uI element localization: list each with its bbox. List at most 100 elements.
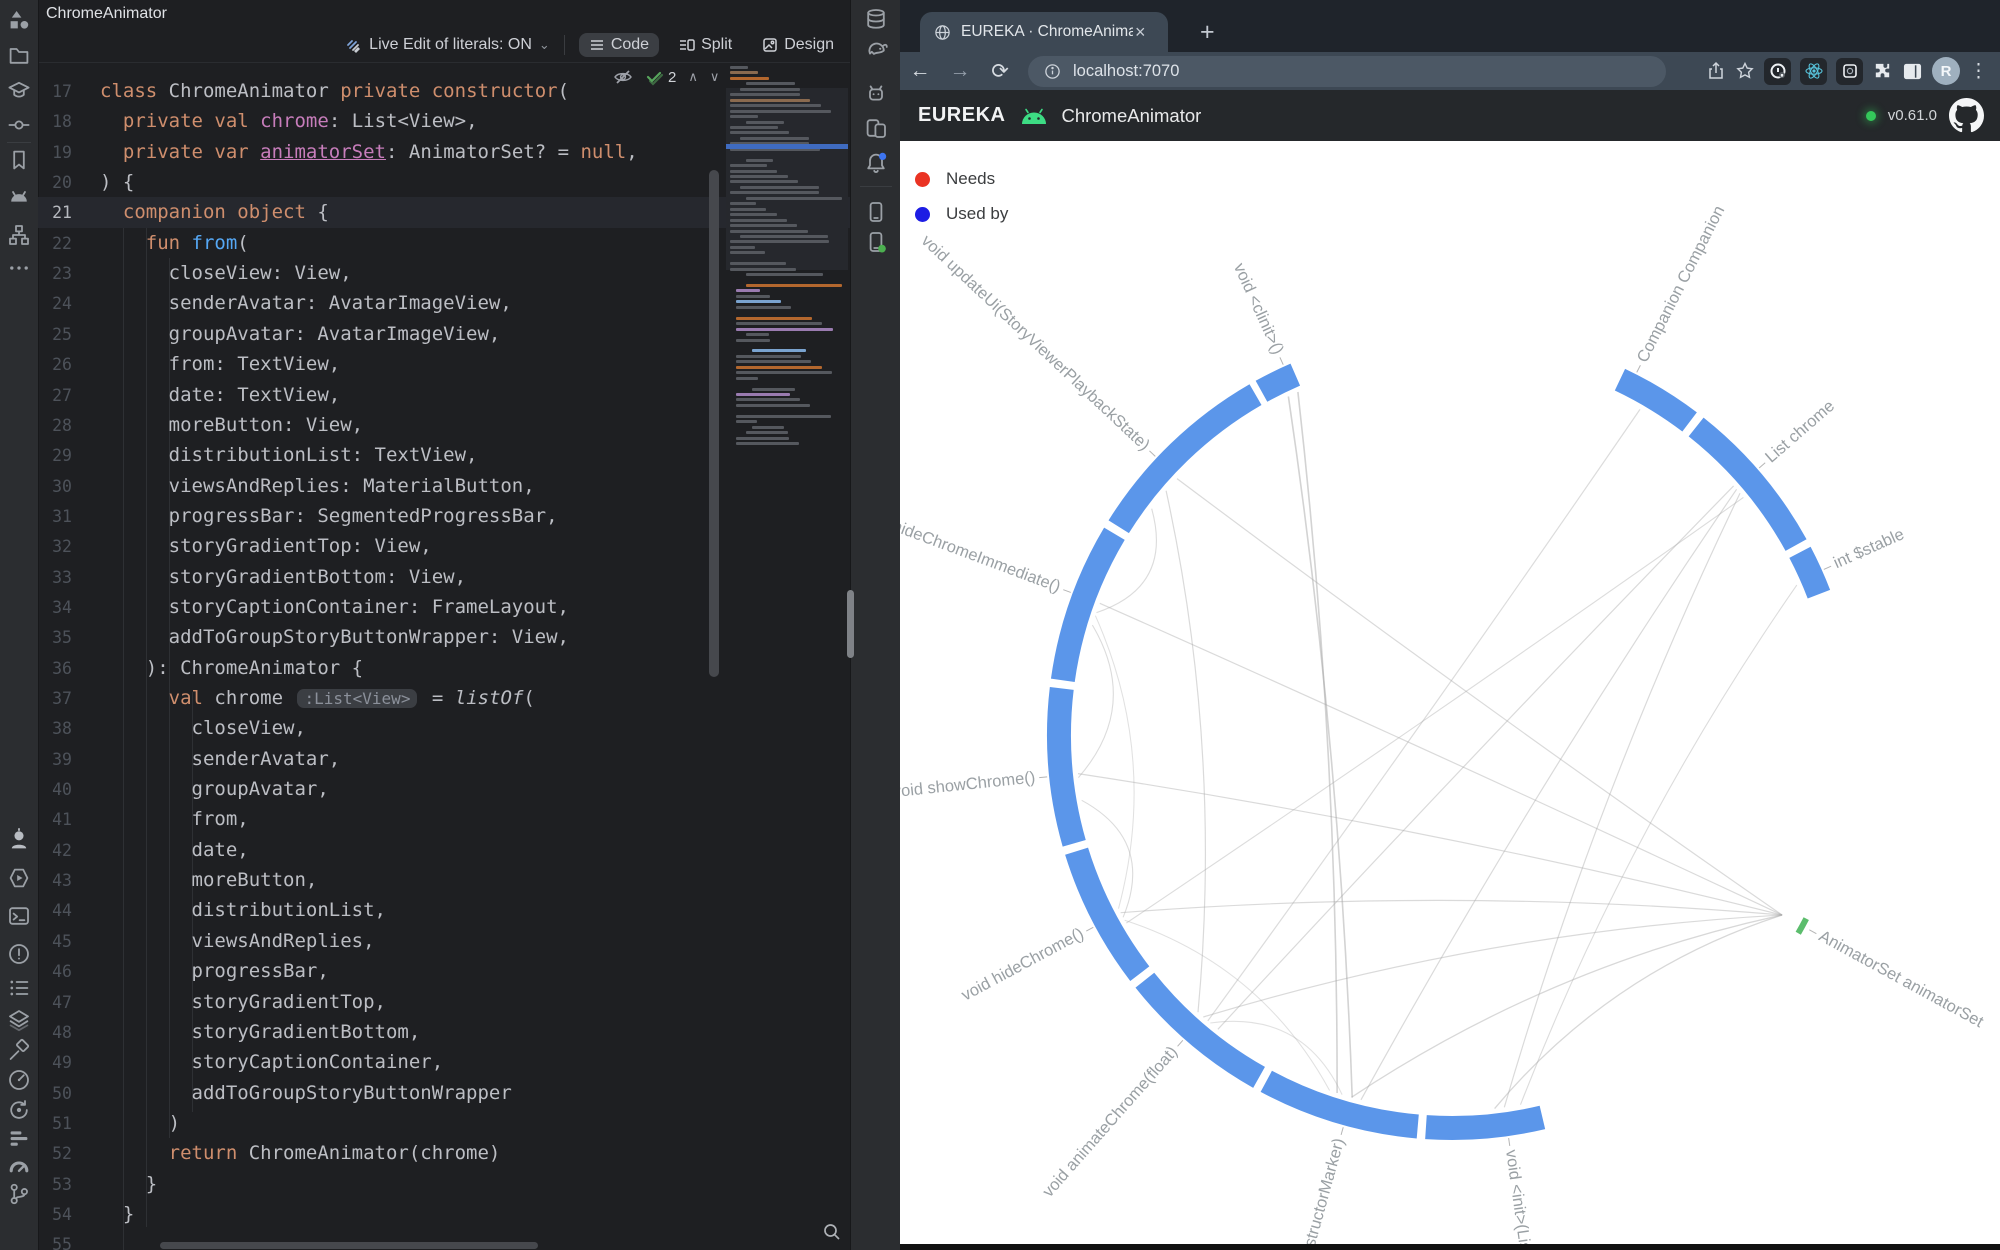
node-arc[interactable] <box>1425 1105 1546 1141</box>
node-label[interactable]: Companion Companion <box>1634 203 1729 366</box>
browser-menu-icon[interactable]: ⋮ <box>1969 60 1988 83</box>
next-problem-icon[interactable]: ∨ <box>710 69 720 85</box>
node-label[interactable]: void showChrome() <box>900 768 1036 801</box>
bookmark-star-icon[interactable] <box>1735 61 1755 81</box>
code-line[interactable]: 38 closeView, <box>38 713 850 744</box>
git-branch-icon[interactable] <box>7 1182 31 1206</box>
editor-zoom-icon[interactable] <box>822 1222 842 1242</box>
code-editor[interactable]: 17 class ChromeAnimator private construct… <box>38 62 850 1250</box>
node-arc[interactable] <box>1047 687 1086 847</box>
extensions-puzzle-icon[interactable] <box>1872 61 1893 82</box>
code-line[interactable]: 37 val chrome :List<View> = listOf( <box>38 683 850 714</box>
live-edit-dropdown[interactable]: Live Edit of literals: ON ⌄ <box>345 36 550 54</box>
code-line[interactable]: 39 senderAvatar, <box>38 744 850 775</box>
code-line[interactable]: 44 distributionList, <box>38 895 850 926</box>
site-info-icon[interactable] <box>1044 63 1061 80</box>
learn-cap-icon[interactable] <box>7 78 31 102</box>
folder-icon[interactable] <box>7 43 31 67</box>
run-hex-icon[interactable] <box>7 866 31 890</box>
notifications-bell-icon[interactable] <box>864 151 888 175</box>
ide-editor-tab[interactable]: ChromeAnimator <box>36 0 177 28</box>
commit-node-icon[interactable] <box>7 113 31 137</box>
code-line[interactable]: 52 return ChromeAnimator(chrome) <box>38 1138 850 1169</box>
project-shapes-icon[interactable] <box>7 8 31 32</box>
forward-button[interactable]: → <box>940 59 980 83</box>
more-dots-icon[interactable] <box>7 256 31 280</box>
database-icon[interactable] <box>864 7 888 31</box>
side-panel-icon[interactable] <box>1902 62 1923 81</box>
layers-icon[interactable] <box>7 1008 31 1032</box>
password-manager-extension-icon[interactable] <box>1764 57 1791 85</box>
code-line[interactable]: 33 storyGradientBottom: View, <box>38 562 850 593</box>
code-line[interactable]: 45 viewsAndReplies, <box>38 926 850 957</box>
node-label[interactable]: void <clinit>() <box>1230 260 1287 357</box>
node-label[interactable]: void <init>(List, AnimatorSet, DefaultCo… <box>1221 1136 1348 1244</box>
code-line[interactable]: 54 } <box>38 1199 850 1230</box>
ai-agent-icon[interactable] <box>7 828 31 852</box>
node-arc[interactable] <box>1255 363 1301 402</box>
node-label[interactable]: AnimatorSet animatorSet <box>1816 927 1987 1031</box>
node-arc[interactable] <box>1065 847 1150 981</box>
react-devtools-extension-icon[interactable] <box>1800 57 1827 85</box>
code-line[interactable]: 46 progressBar, <box>38 956 850 987</box>
restore-rotate-icon[interactable] <box>7 1098 31 1122</box>
profile-avatar[interactable]: R <box>1932 57 1960 85</box>
prev-problem-icon[interactable]: ∧ <box>688 69 698 85</box>
panel-drag-handle[interactable] <box>847 590 854 658</box>
build-hammer-icon[interactable] <box>7 1038 31 1062</box>
node-arc[interactable] <box>1789 546 1831 599</box>
share-icon[interactable] <box>1706 61 1726 81</box>
profiler-gauge-icon[interactable] <box>7 1068 31 1092</box>
problems-icon[interactable] <box>7 942 31 966</box>
code-line[interactable]: 35 addToGroupStoryButtonWrapper: View, <box>38 622 850 653</box>
address-bar[interactable]: localhost:7070 <box>1028 56 1666 87</box>
code-line[interactable]: 47 storyGradientTop, <box>38 987 850 1018</box>
gradle-elephant-icon[interactable] <box>864 41 888 65</box>
node-arc[interactable] <box>1260 1070 1419 1139</box>
node-arc[interactable] <box>1795 917 1809 935</box>
extension-box-icon[interactable] <box>1836 57 1863 85</box>
github-icon[interactable] <box>1949 98 1984 133</box>
code-line[interactable]: 36 ): ChromeAnimator { <box>38 653 850 684</box>
inspection-widget[interactable]: 2 ∧ ∨ <box>613 67 719 87</box>
new-tab-button[interactable]: + <box>1200 14 1215 50</box>
insights-meter-icon[interactable] <box>7 1154 31 1178</box>
node-label[interactable]: List chrome <box>1762 397 1838 467</box>
code-line[interactable]: 49 storyCaptionContainer, <box>38 1047 850 1078</box>
node-label[interactable]: void hideChromeImmediate() <box>900 505 1063 596</box>
code-line[interactable]: 41 from, <box>38 804 850 835</box>
node-label[interactable]: void <init>(List, AnimatorSet) <box>1502 1149 1549 1244</box>
code-line[interactable]: 43 moreButton, <box>38 865 850 896</box>
code-line[interactable]: 51 ) <box>38 1108 850 1139</box>
app-inspection-icon[interactable] <box>864 81 888 105</box>
logcat-lines-icon[interactable] <box>7 1126 31 1150</box>
view-mode-split-button[interactable]: Split <box>669 33 742 57</box>
running-phone-icon[interactable] <box>864 200 888 224</box>
code-line[interactable]: 50 addToGroupStoryButtonWrapper <box>38 1078 850 1109</box>
code-line[interactable]: 40 groupAvatar, <box>38 774 850 805</box>
bookmark-icon[interactable] <box>7 148 31 172</box>
minimap[interactable] <box>726 62 848 522</box>
view-mode-design-button[interactable]: Design <box>752 33 844 57</box>
code-line[interactable]: 42 date, <box>38 835 850 866</box>
node-label[interactable]: void hideChrome() <box>959 925 1087 1005</box>
browser-tab[interactable]: EUREKA · ChromeAnimator × <box>920 12 1168 52</box>
back-button[interactable]: ← <box>900 59 940 83</box>
terminal-icon[interactable] <box>7 904 31 928</box>
reload-button[interactable]: ⟳ <box>980 59 1020 84</box>
todo-list-icon[interactable] <box>7 976 31 1000</box>
view-mode-code-button[interactable]: Code <box>578 33 660 57</box>
node-label[interactable]: int $stable <box>1831 525 1907 572</box>
device-manager-phone-icon[interactable] <box>864 230 888 254</box>
tab-close-icon[interactable]: × <box>1135 22 1146 43</box>
editor-vertical-scrollbar[interactable] <box>709 170 719 677</box>
structure-boxes-icon[interactable] <box>7 223 31 247</box>
node-arc[interactable] <box>1614 368 1697 432</box>
editor-horizontal-scrollbar[interactable] <box>160 1242 538 1249</box>
node-label[interactable]: void updateUi(StoryViewerPlaybackState) <box>918 232 1153 455</box>
code-line[interactable]: 53 } <box>38 1169 850 1200</box>
node-arc[interactable] <box>1050 527 1125 682</box>
node-arc[interactable] <box>1108 384 1262 534</box>
code-line[interactable]: 34 storyCaptionContainer: FrameLayout, <box>38 592 850 623</box>
device-mirror-icon[interactable] <box>864 116 888 140</box>
